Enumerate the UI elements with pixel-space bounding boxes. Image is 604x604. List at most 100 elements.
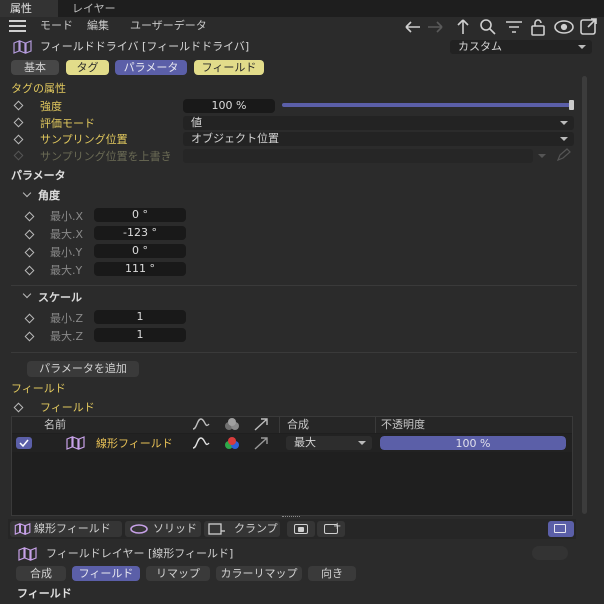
parameters-header: パラメータ bbox=[11, 169, 66, 182]
toolbar-icons bbox=[405, 18, 597, 36]
keyframe-icon[interactable] bbox=[13, 117, 24, 128]
menu-edit[interactable]: 編集 bbox=[87, 20, 109, 31]
angle-group-label: 角度 bbox=[38, 189, 60, 202]
max-z-field[interactable]: 1 bbox=[94, 328, 186, 342]
max-y-field[interactable]: 111 ° bbox=[94, 262, 186, 276]
sampling-dropdown[interactable]: オブジェクト位置 bbox=[183, 132, 574, 146]
min-z-value: 1 bbox=[136, 310, 144, 323]
override-label: サンプリング位置を上書き bbox=[40, 150, 172, 163]
folder-icon[interactable] bbox=[287, 521, 315, 537]
max-z-value: 1 bbox=[136, 328, 144, 341]
filter-icon[interactable] bbox=[506, 21, 522, 33]
strength-field[interactable]: 100 % bbox=[183, 99, 275, 113]
up-arrow-icon[interactable] bbox=[457, 19, 469, 34]
keyframe-icon bbox=[13, 150, 24, 161]
tab-direction[interactable]: 向き bbox=[308, 566, 356, 581]
tab-basic[interactable]: 基本 bbox=[11, 60, 59, 75]
menu-user-data[interactable]: ユーザーデータ bbox=[130, 20, 207, 31]
eval-mode-dropdown[interactable]: 値 bbox=[183, 116, 574, 130]
linear-field-icon bbox=[14, 523, 31, 535]
scale-group-label: スケール bbox=[38, 291, 82, 304]
min-z-field[interactable]: 1 bbox=[94, 310, 186, 324]
menu-mode[interactable]: モード bbox=[40, 20, 73, 31]
tab-parameter[interactable]: パラメータ bbox=[115, 60, 187, 75]
resize-handle[interactable] bbox=[282, 516, 300, 518]
column-divider bbox=[375, 417, 376, 433]
clamp-label: クランプ bbox=[234, 522, 278, 535]
keyframe-icon[interactable] bbox=[13, 100, 24, 111]
checkmark-icon bbox=[19, 439, 29, 448]
linear-field-label: 線形フィールド bbox=[34, 522, 111, 535]
sampling-value: オブジェクト位置 bbox=[191, 132, 279, 145]
tab-field-layer[interactable]: フィールド bbox=[72, 566, 140, 581]
override-field bbox=[183, 149, 533, 163]
eye-icon[interactable] bbox=[554, 20, 574, 34]
color-icon[interactable] bbox=[223, 436, 241, 450]
solid-icon bbox=[130, 524, 148, 534]
min-z-label: 最小.Z bbox=[50, 312, 84, 325]
eval-mode-value: 値 bbox=[191, 116, 202, 129]
clamp-icon bbox=[208, 523, 225, 535]
max-z-label: 最大.Z bbox=[50, 330, 84, 343]
layer-footer-header: フィールド bbox=[17, 587, 72, 600]
keyframe-icon[interactable] bbox=[24, 313, 35, 324]
chevron-down-icon bbox=[578, 45, 586, 49]
linear-field-icon bbox=[66, 436, 85, 450]
hamburger-icon[interactable] bbox=[9, 20, 26, 32]
add-layer-icon[interactable]: + bbox=[317, 521, 345, 537]
keyframe-icon[interactable] bbox=[13, 402, 24, 413]
forward-arrow-icon[interactable] bbox=[428, 21, 443, 33]
direction-icon[interactable] bbox=[253, 436, 269, 450]
keyframe-icon[interactable] bbox=[13, 134, 24, 145]
scrollbar[interactable] bbox=[582, 76, 587, 514]
min-x-label: 最小.X bbox=[50, 210, 84, 223]
min-y-field[interactable]: 0 ° bbox=[94, 244, 186, 258]
opacity-value: 100 % bbox=[455, 437, 491, 450]
lock-icon[interactable] bbox=[531, 19, 545, 36]
chevron-down-icon[interactable] bbox=[22, 289, 32, 299]
divider bbox=[11, 352, 577, 353]
tab-tag[interactable]: タグ bbox=[66, 60, 109, 75]
field-section-header: フィールド bbox=[11, 382, 66, 395]
new-window-icon[interactable] bbox=[580, 18, 597, 35]
search-icon[interactable] bbox=[480, 19, 496, 35]
tab-remap[interactable]: リマップ bbox=[146, 566, 210, 581]
preset-dropdown[interactable]: カスタム bbox=[450, 40, 592, 54]
back-arrow-icon[interactable] bbox=[405, 21, 420, 33]
tab-layers[interactable]: レイヤー bbox=[72, 3, 116, 14]
tab-color-remap[interactable]: カラーリマップ bbox=[216, 566, 302, 581]
field-sub-label: フィールド bbox=[40, 401, 95, 414]
tab-field[interactable]: フィールド bbox=[194, 60, 264, 75]
curve-icon[interactable] bbox=[192, 436, 210, 450]
chevron-down-icon bbox=[560, 121, 568, 125]
keyframe-icon[interactable] bbox=[24, 229, 35, 240]
max-x-field[interactable]: -123 ° bbox=[94, 226, 186, 240]
blend-dropdown[interactable]: 最大 bbox=[286, 436, 372, 450]
add-parameter-button[interactable]: パラメータを追加 bbox=[27, 361, 139, 377]
strength-slider[interactable] bbox=[282, 103, 572, 107]
pencil-icon bbox=[556, 148, 571, 162]
max-y-label: 最大.Y bbox=[50, 264, 83, 277]
max-y-value: 111 ° bbox=[125, 262, 155, 275]
solid-label: ソリッド bbox=[153, 522, 197, 535]
strength-value: 100 % bbox=[211, 99, 247, 112]
direction-icon bbox=[254, 418, 268, 431]
max-x-label: 最大.X bbox=[50, 228, 84, 241]
keyframe-icon[interactable] bbox=[24, 211, 35, 222]
chevron-down-icon bbox=[560, 137, 568, 141]
layer-view-icon[interactable] bbox=[548, 521, 574, 537]
divider bbox=[11, 285, 577, 286]
toggle-switch[interactable] bbox=[532, 546, 568, 560]
min-y-label: 最小.Y bbox=[50, 246, 83, 259]
chevron-down-icon bbox=[358, 441, 366, 445]
keyframe-icon[interactable] bbox=[24, 331, 35, 342]
max-x-value: -123 ° bbox=[123, 226, 157, 239]
keyframe-icon[interactable] bbox=[24, 247, 35, 258]
chevron-down-icon[interactable] bbox=[22, 188, 32, 198]
strength-label: 強度 bbox=[40, 100, 62, 113]
tab-blend[interactable]: 合成 bbox=[16, 566, 66, 581]
min-x-field[interactable]: 0 ° bbox=[94, 208, 186, 222]
keyframe-icon[interactable] bbox=[24, 265, 35, 276]
blend-value: 最大 bbox=[294, 436, 316, 449]
strength-slider-handle[interactable] bbox=[569, 100, 574, 110]
